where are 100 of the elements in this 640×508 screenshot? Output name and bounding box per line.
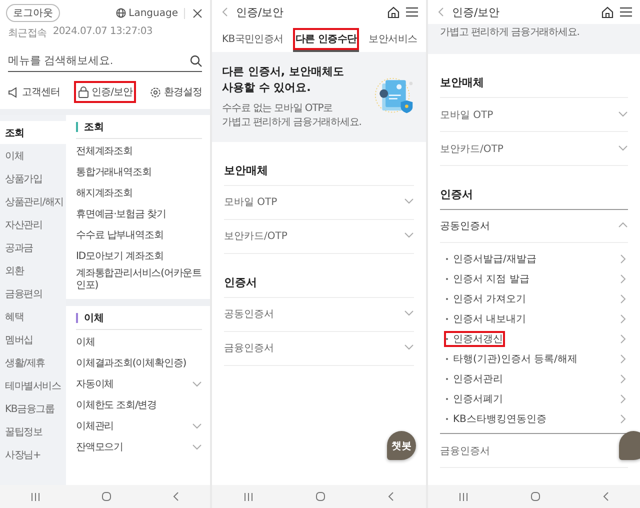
back-icon[interactable] <box>173 492 179 501</box>
menu-button[interactable] <box>406 7 418 17</box>
menu-icon <box>620 7 632 17</box>
logout-button[interactable]: 로그아웃 <box>6 4 60 22</box>
settings-icon <box>150 86 161 98</box>
accordion-row[interactable]: 보안카드/OTP <box>440 142 504 156</box>
home-icon <box>387 6 400 18</box>
sidebar-item[interactable]: 사장님+ <box>0 443 66 466</box>
page-title: 인증/보안 <box>236 4 285 20</box>
sidebar-item[interactable]: 상품가입 <box>0 167 66 190</box>
back-icon <box>436 7 446 17</box>
sidebar-item[interactable]: KB금융그룹 <box>0 397 66 420</box>
home-button[interactable] <box>387 6 400 18</box>
submenu-link[interactable]: 타행(기관)인증서 등록/해제 <box>444 351 580 367</box>
section-title: 이체 <box>84 312 104 324</box>
submenu-link[interactable]: 인증서 지점 발급 <box>444 271 532 287</box>
last-login-label: 최근접속 <box>8 27 47 40</box>
menu-item[interactable]: 자동이체 <box>76 374 202 395</box>
menu-item[interactable]: ID모아보기 계좌조회 <box>76 246 202 267</box>
accordion-row[interactable]: 모바일 OTP <box>224 195 278 210</box>
accordion-row[interactable]: 공동인증서 <box>440 219 490 233</box>
back-icon <box>220 7 230 17</box>
sidebar-item[interactable]: 혜택 <box>0 305 66 328</box>
menu-item[interactable]: 이체결과조회(이체확인증) <box>76 353 202 374</box>
recent-apps-icon[interactable] <box>31 492 40 500</box>
sidebar-item[interactable]: 외환 <box>0 259 66 282</box>
submenu-link[interactable]: 인증서발급/재발급 <box>444 251 538 267</box>
banner-text: 가볍고 편리하게 금융거래하세요. <box>440 26 580 40</box>
chatbot-button[interactable] <box>619 431 640 460</box>
sidebar-item[interactable]: 이체 <box>0 144 66 167</box>
accordion-row[interactable]: 금융인증서 <box>440 444 490 458</box>
sidebar-item[interactable]: 조회 <box>0 121 66 144</box>
menu-item[interactable]: 통합거래내역조회 <box>76 162 202 183</box>
sidebar-item[interactable]: 상품관리/해지 <box>0 190 66 213</box>
quick-link[interactable]: 환경설정 <box>146 81 206 103</box>
sidebar-item[interactable]: 공과금 <box>0 236 66 259</box>
chevron-icon <box>192 442 202 452</box>
back-icon[interactable] <box>602 492 609 501</box>
page-title: 인증/보안 <box>452 4 501 20</box>
banner-text: 수수료 없는 모바일 OTP로 가볍고 편리하게 금융거래하세요. <box>222 102 362 130</box>
tab[interactable]: KB국민인증서 <box>220 28 286 52</box>
sidebar-item[interactable]: 꿀팁정보 <box>0 420 66 443</box>
back-button[interactable] <box>220 7 230 17</box>
menu-item[interactable]: 이체한도 조회/변경 <box>76 395 202 416</box>
chatbot-button[interactable]: 챗봇 <box>387 431 416 460</box>
globe-icon <box>116 8 126 18</box>
sidebar-item[interactable]: 자산관리 <box>0 213 66 236</box>
menu-item[interactable]: 이체 <box>76 332 202 353</box>
menu-item[interactable]: 해지계좌조회 <box>76 183 202 204</box>
sidebar-item[interactable]: 생활/제휴 <box>0 351 66 374</box>
chevron-icon <box>618 144 628 154</box>
section-title: 인증서 <box>440 180 628 210</box>
home-button[interactable] <box>601 6 614 18</box>
tab[interactable]: 다른 인증수단 <box>293 28 359 52</box>
submenu-link[interactable]: KB스타뱅킹연동인증 <box>444 411 548 427</box>
menu-item[interactable]: 휴면예금·보험금 찾기 <box>76 204 202 225</box>
recent-apps-icon[interactable] <box>244 492 253 500</box>
menu-item[interactable]: 수수료 납부내역조회 <box>76 225 202 246</box>
menu-item[interactable]: 전체계좌조회 <box>76 141 202 162</box>
section-title: 보안매체 <box>224 156 414 186</box>
home-icon[interactable] <box>316 492 325 501</box>
search-icon <box>190 54 202 66</box>
section-title: 인증서 <box>224 268 414 298</box>
quick-link[interactable]: 고객센터 <box>4 81 64 103</box>
menu-item[interactable]: 계좌통합관리서비스(어카운트인포) <box>76 267 202 293</box>
tab[interactable]: 보안서비스 <box>366 28 420 52</box>
section-title: 보안매체 <box>440 68 628 98</box>
menu-item[interactable]: 잔액모으기 <box>76 437 202 458</box>
submenu-link[interactable]: 인증서 가져오기 <box>444 291 528 307</box>
sidebar-item[interactable]: 금융편의 <box>0 282 66 305</box>
quick-link[interactable]: 인증/보안 <box>74 81 136 103</box>
megaphone-icon <box>8 86 19 98</box>
sidebar-item[interactable]: 멤버십 <box>0 328 66 351</box>
home-icon[interactable] <box>530 492 540 501</box>
chevron-icon <box>618 110 628 120</box>
banner-title: 다른 인증서, 보안매체도 사용할 수 있어요. <box>222 64 345 96</box>
submenu-link[interactable]: 인증서관리 <box>444 371 505 387</box>
submenu-link[interactable]: 인증서갱신 <box>444 331 505 347</box>
menu-item[interactable]: 이체관리 <box>76 416 202 437</box>
last-login-time: 2024.07.07 13:27:03 <box>52 26 152 39</box>
search-field[interactable]: 메뉴를 검색해보세요. <box>8 54 190 66</box>
back-button[interactable] <box>436 7 446 17</box>
chevron-icon <box>192 380 202 390</box>
accordion-row[interactable]: 보안카드/OTP <box>224 229 288 244</box>
accordion-row[interactable]: 금융인증서 <box>224 341 274 356</box>
menu-icon <box>406 7 418 17</box>
recent-apps-icon[interactable] <box>459 492 468 500</box>
section-title: 조회 <box>84 120 104 134</box>
language-button[interactable]: Language <box>110 8 185 18</box>
submenu-link[interactable]: 인증서 내보내기 <box>444 311 528 327</box>
home-icon <box>601 6 614 18</box>
sidebar-item[interactable]: 테마별서비스 <box>0 374 66 397</box>
menu-button[interactable] <box>620 7 632 17</box>
back-icon[interactable] <box>388 492 394 501</box>
submenu-link[interactable]: 인증서폐기 <box>444 391 505 407</box>
close-icon <box>193 8 202 18</box>
home-icon[interactable] <box>102 492 111 501</box>
chevron-icon <box>192 422 202 432</box>
accordion-row[interactable]: 공동인증서 <box>224 307 274 322</box>
accordion-row[interactable]: 모바일 OTP <box>440 108 494 122</box>
